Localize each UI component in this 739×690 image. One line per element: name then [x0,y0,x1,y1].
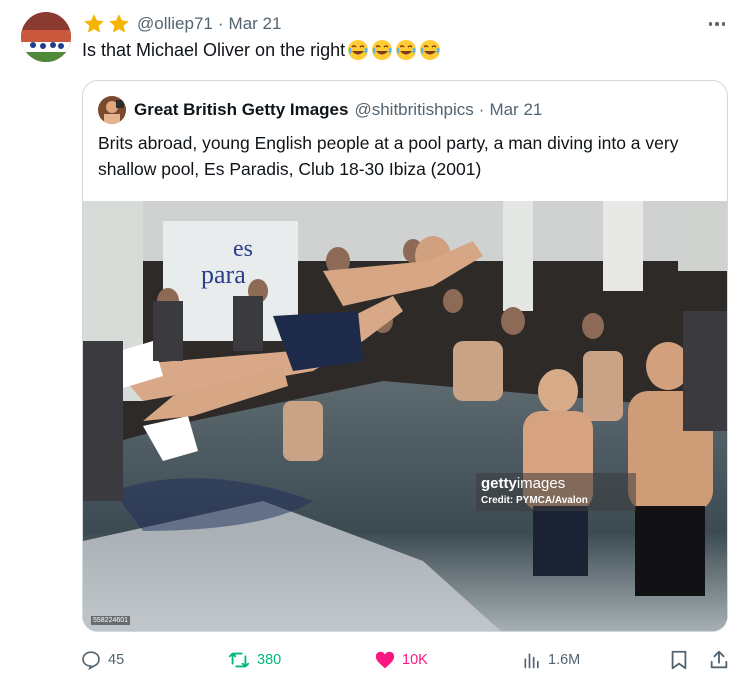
avatar[interactable] [21,12,71,62]
retweet-button[interactable]: 380 [227,646,281,674]
tweet[interactable]: @olliep71 · Mar 21 Is that Michael Olive… [0,0,739,690]
share-button[interactable] [708,646,730,674]
quoted-avatar[interactable] [98,96,126,124]
reply-icon [82,651,100,671]
tweet-date[interactable]: Mar 21 [229,14,282,34]
author-handle[interactable]: @olliep71 [137,14,213,34]
laughing-crying-emoji-icon [420,40,441,60]
reply-button[interactable]: 45 [80,646,124,674]
tweet-text: Is that Michael Oliver on the right [82,38,441,62]
like-count: 10K [402,652,428,668]
quoted-date[interactable]: Mar 21 [489,100,542,120]
retweet-count: 380 [257,652,282,668]
retweet-icon [228,652,250,668]
more-dot-icon [715,22,719,26]
heart-icon [375,651,395,669]
quoted-display-name[interactable]: Great British Getty Images [134,100,348,120]
view-count: 1.6M [548,652,581,668]
more-dot-icon [708,22,713,26]
tweet-header: @olliep71 · Mar 21 [82,12,281,36]
quoted-tweet[interactable]: Great British Getty Images @shitbritishp… [82,80,728,632]
laughing-crying-emoji-icon [348,40,369,60]
laughing-crying-emoji-icon [372,40,393,60]
photo-id: 558224601 [91,616,131,625]
more-dot-icon [721,22,726,26]
bookmark-icon [671,650,687,670]
photo-credit: Credit: PYMCA/Avalon [481,495,588,506]
like-button[interactable]: 10K [374,646,428,674]
tweet-text-content: Is that Michael Oliver on the right [82,40,346,60]
reply-count: 45 [108,652,125,668]
quoted-handle[interactable]: @shitbritishpics [354,100,473,120]
views-button[interactable]: 1.6M [522,646,580,674]
quoted-tweet-header: Great British Getty Images @shitbritishp… [98,96,542,124]
pool-party-photo[interactable]: es para gettyimages Credit: PYMCA/Avalon… [83,201,727,631]
share-icon [710,650,728,669]
more-options-button[interactable] [705,12,729,36]
star-icon [84,14,104,33]
bar-chart-icon [524,653,539,669]
star-icon [109,14,129,33]
quoted-text: Brits abroad, young English people at a … [98,133,679,179]
club-sign-text-2: para [201,260,246,289]
bookmark-button[interactable] [668,646,690,674]
action-bar: 45 380 10K 1.6M [80,646,732,674]
getty-watermark: gettyimages Credit: PYMCA/Avalon [476,473,636,511]
laughing-crying-emoji-icon [396,40,417,60]
separator: · [217,14,224,33]
separator: · [478,100,485,119]
club-sign-text-1: es [233,236,253,262]
stars-decoration [82,12,131,36]
getty-logo: gettyimages [481,475,566,492]
